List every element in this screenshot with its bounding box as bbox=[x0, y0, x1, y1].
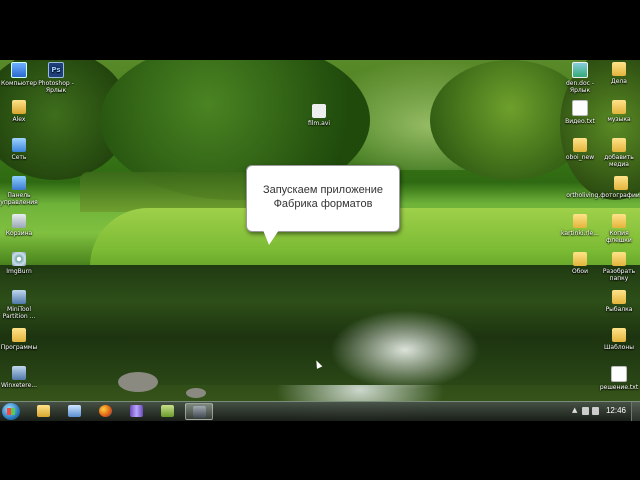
desktop-icon-ortholiving[interactable]: ortholiving.фотографии bbox=[566, 176, 640, 199]
folder-icon bbox=[37, 405, 50, 417]
tray-expand-icon[interactable]: ▲ bbox=[572, 406, 577, 414]
minitool-icon bbox=[12, 290, 26, 304]
tutorial-callout: Запускаем приложение Фабрика форматов bbox=[246, 165, 400, 245]
folder-icon bbox=[573, 252, 587, 266]
folder-icon bbox=[612, 62, 626, 76]
desktop-icon-winxetere[interactable]: Winxetere... bbox=[0, 366, 42, 389]
format-factory-icon bbox=[193, 406, 206, 418]
imgburn-icon bbox=[12, 252, 26, 266]
taskbar-window-switch-button[interactable] bbox=[61, 403, 89, 420]
window-icon bbox=[68, 405, 81, 417]
desktop-icon-recycle-bin[interactable]: Корзина bbox=[0, 214, 42, 237]
folder-icon bbox=[612, 138, 626, 152]
icon-label: Программы bbox=[0, 344, 38, 351]
desktop-icon-flash-copy[interactable]: Копия флешки bbox=[596, 214, 640, 244]
icon-label: Копия флешки bbox=[606, 230, 632, 244]
icon-label: Компьютер bbox=[1, 80, 37, 87]
bowtie-icon bbox=[130, 405, 143, 417]
icon-label: film.avi bbox=[307, 120, 331, 127]
folder-icon bbox=[614, 176, 628, 190]
video-file-icon bbox=[312, 104, 326, 118]
taskbar-firefox-button[interactable] bbox=[92, 403, 120, 420]
icon-label: Сеть bbox=[11, 154, 27, 161]
desktop-icon-sort-folder[interactable]: Разобрать папку bbox=[596, 252, 640, 282]
icon-label: Alex bbox=[12, 116, 26, 123]
desktop-icon-solution-txt[interactable]: решение.txt bbox=[596, 366, 640, 391]
taskbar-visual-studio-button[interactable] bbox=[123, 403, 151, 420]
taskbar: ▲ 12:46 bbox=[0, 401, 640, 421]
volume-tray-icon[interactable] bbox=[592, 407, 599, 415]
desktop-icon-network[interactable]: Сеть bbox=[0, 138, 42, 161]
folder-icon bbox=[612, 252, 626, 266]
stone bbox=[118, 372, 158, 392]
taskbar-explorer-button[interactable] bbox=[30, 403, 58, 420]
taskbar-image-viewer-button[interactable] bbox=[154, 403, 182, 420]
desktop: Компьютер Ps Photoshop - Ярлык Alex Сеть… bbox=[0, 60, 640, 420]
folder-icon bbox=[612, 290, 626, 304]
image-folder-icon bbox=[573, 214, 587, 228]
desktop-icon-add-media[interactable]: добавить медиа bbox=[596, 138, 640, 168]
icon-label: ImgBurn bbox=[6, 268, 32, 275]
text-file-icon bbox=[572, 100, 588, 116]
icon-label: Видео.txt bbox=[565, 118, 595, 125]
icon-label: den.doc - Ярлык bbox=[565, 80, 595, 94]
text-file-icon bbox=[611, 366, 627, 382]
icon-label: Обои bbox=[572, 268, 588, 275]
desktop-icon-templates[interactable]: Шаблоны bbox=[596, 328, 640, 351]
image-icon bbox=[161, 405, 174, 417]
icon-label: kartinki.rle... bbox=[561, 230, 599, 237]
desktop-icon-alex[interactable]: Alex bbox=[0, 100, 42, 123]
folder-icon bbox=[612, 214, 626, 228]
desktop-icon-music[interactable]: музыка bbox=[596, 100, 640, 123]
photoshop-icon: Ps bbox=[48, 62, 64, 78]
desktop-icon-film[interactable]: film.avi bbox=[296, 104, 342, 127]
icon-label: Разобрать папку bbox=[602, 268, 636, 282]
icon-label: Winxetere... bbox=[0, 382, 38, 389]
callout-line-1: Запускаем приложение bbox=[262, 184, 384, 196]
icon-label: oboi_new bbox=[565, 154, 595, 161]
icon-label: Панель управления bbox=[0, 192, 38, 206]
taskbar-format-factory-button[interactable] bbox=[185, 403, 213, 420]
recycle-bin-icon bbox=[12, 214, 26, 228]
computer-icon bbox=[11, 62, 27, 78]
system-tray: ▲ 12:46 bbox=[572, 402, 640, 421]
clock[interactable]: 12:46 bbox=[606, 406, 626, 415]
program-icon bbox=[12, 366, 26, 380]
desktop-icon-programs[interactable]: Программы bbox=[0, 328, 42, 351]
icon-label: ortholiving.фотографии bbox=[566, 192, 640, 199]
windows-start-icon[interactable] bbox=[2, 403, 20, 420]
show-desktop-button[interactable] bbox=[631, 402, 640, 421]
icon-label: решение.txt bbox=[599, 384, 639, 391]
icon-label: Корзина bbox=[5, 230, 33, 237]
desktop-icon-dela[interactable]: Дела bbox=[596, 62, 640, 85]
shortcut-icon bbox=[572, 62, 588, 78]
desktop-icon-minitool[interactable]: MiniTool Partition ... bbox=[0, 290, 42, 320]
icon-label: Рыбалка bbox=[605, 306, 633, 313]
icon-label: добавить медиа bbox=[604, 154, 634, 168]
desktop-icon-imgburn[interactable]: ImgBurn bbox=[0, 252, 42, 275]
icon-label: Дела bbox=[611, 78, 627, 85]
control-panel-icon bbox=[12, 176, 26, 190]
icon-label: музыка bbox=[607, 116, 631, 123]
desktop-icon-control-panel[interactable]: Панель управления bbox=[0, 176, 42, 206]
network-tray-icon[interactable] bbox=[582, 407, 589, 415]
folder-icon bbox=[612, 100, 626, 114]
callout-line-2: Фабрика форматов bbox=[273, 198, 373, 210]
stone bbox=[186, 388, 206, 398]
icon-label: Photoshop - Ярлык bbox=[38, 80, 74, 94]
callout-tail bbox=[263, 230, 279, 245]
firefox-icon bbox=[99, 405, 112, 417]
folder-icon bbox=[612, 328, 626, 342]
icon-label: Шаблоны bbox=[604, 344, 634, 351]
reeds bbox=[80, 172, 250, 212]
desktop-icon-photoshop[interactable]: Ps Photoshop - Ярлык bbox=[33, 62, 79, 94]
desktop-icon-fishing[interactable]: Рыбалка bbox=[596, 290, 640, 313]
folder-icon bbox=[12, 328, 26, 342]
user-folder-icon bbox=[12, 100, 26, 114]
network-icon bbox=[12, 138, 26, 152]
icon-label: MiniTool Partition ... bbox=[2, 306, 36, 320]
folder-icon bbox=[573, 138, 587, 152]
pond-reflection bbox=[330, 310, 480, 390]
